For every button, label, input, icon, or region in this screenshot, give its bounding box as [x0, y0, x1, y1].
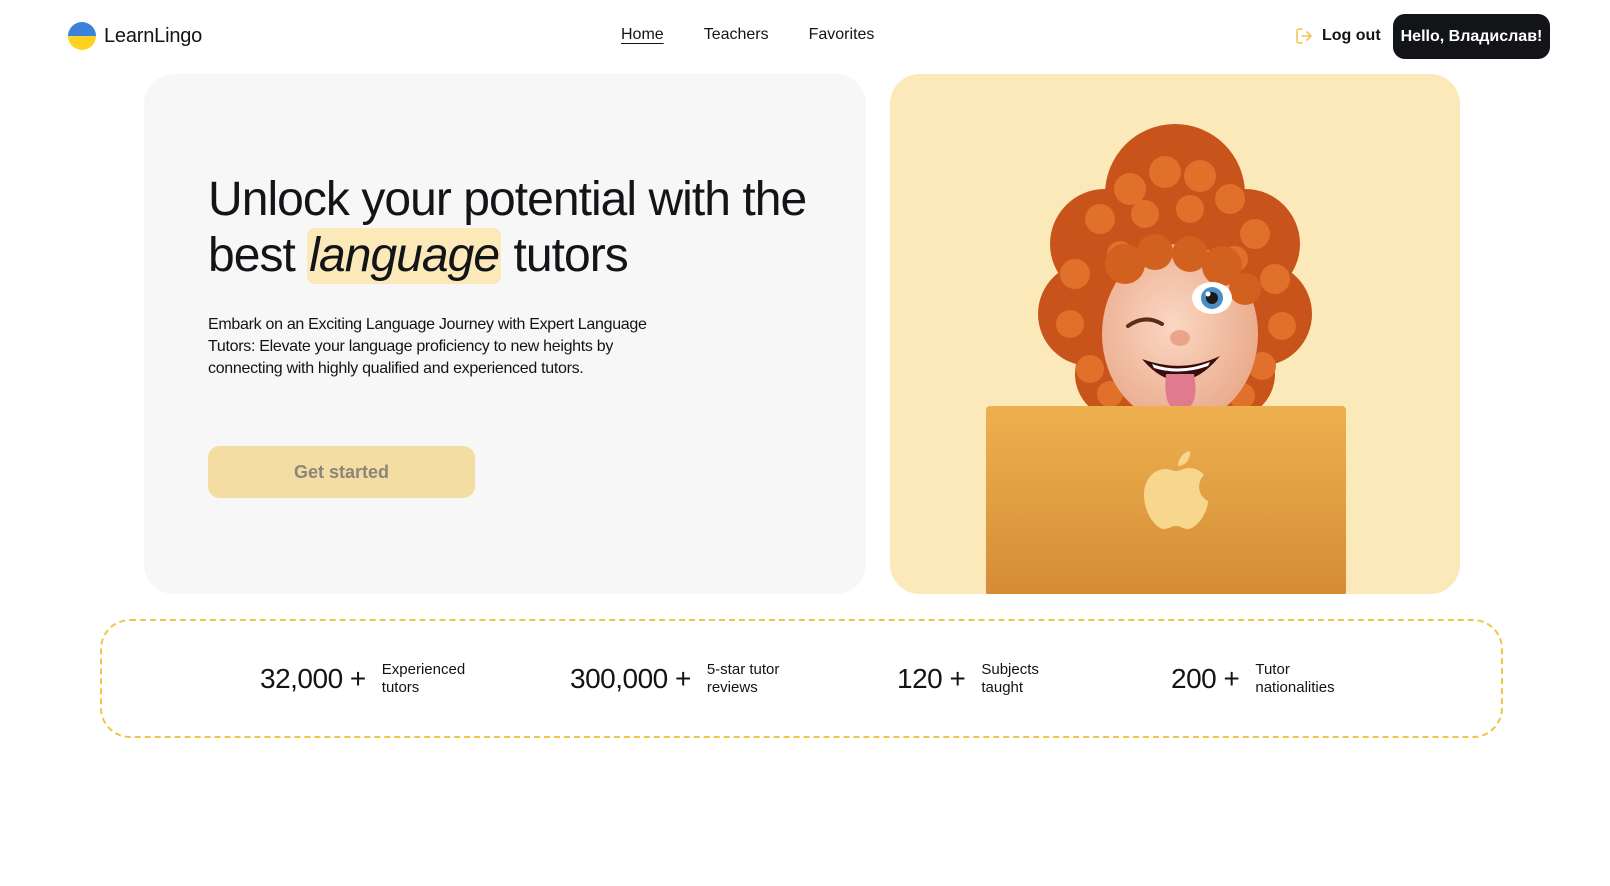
header: LearnLingo Home Teachers Favorites Log o…: [0, 0, 1610, 72]
hero-panel: Unlock your potential with the best lang…: [144, 74, 866, 594]
stat-label: Tutor nationalities: [1255, 661, 1335, 696]
stats-bar: 32,000 + Experienced tutors 300,000 + 5-…: [100, 619, 1503, 738]
stat-item: 120 + Subjects taught: [897, 661, 1051, 697]
logout-icon: [1296, 28, 1312, 44]
memoji-laptop-illustration: [986, 124, 1346, 594]
nav-link-favorites[interactable]: Favorites: [809, 26, 875, 44]
stat-item: 200 + Tutor nationalities: [1171, 661, 1355, 697]
stat-value: 120 +: [897, 663, 966, 694]
stat-value: 300,000 +: [570, 663, 691, 694]
hero-illustration: [890, 74, 1460, 594]
logo[interactable]: LearnLingo: [68, 22, 202, 50]
main-nav: Home Teachers Favorites: [621, 26, 874, 44]
get-started-button[interactable]: Get started: [208, 446, 475, 498]
ukraine-flag-icon: [68, 22, 96, 50]
stat-value: 200 +: [1171, 663, 1240, 694]
stat-item: 32,000 + Experienced tutors: [260, 661, 492, 697]
nav-link-teachers[interactable]: Teachers: [704, 26, 769, 44]
hero-title-part2: tutors: [501, 229, 629, 282]
stat-value: 32,000 +: [260, 663, 366, 694]
stat-label: Experienced tutors: [381, 661, 466, 696]
stat-item: 300,000 + 5-star tutor reviews: [570, 661, 817, 697]
stat-label: 5-star tutor reviews: [706, 661, 780, 696]
hero-title: Unlock your potential with the best lang…: [208, 172, 828, 284]
nav-link-home[interactable]: Home: [621, 26, 664, 44]
logo-text: LearnLingo: [104, 24, 203, 47]
logout-button[interactable]: Log out: [1294, 26, 1381, 46]
stat-label: Subjects taught: [981, 661, 1039, 696]
hero-description: Embark on an Exciting Language Journey w…: [208, 316, 647, 377]
logout-label: Log out: [1322, 27, 1381, 44]
user-greeting-button[interactable]: Hello, Владислав!: [1393, 14, 1550, 59]
hero-title-highlight: language: [307, 228, 502, 284]
